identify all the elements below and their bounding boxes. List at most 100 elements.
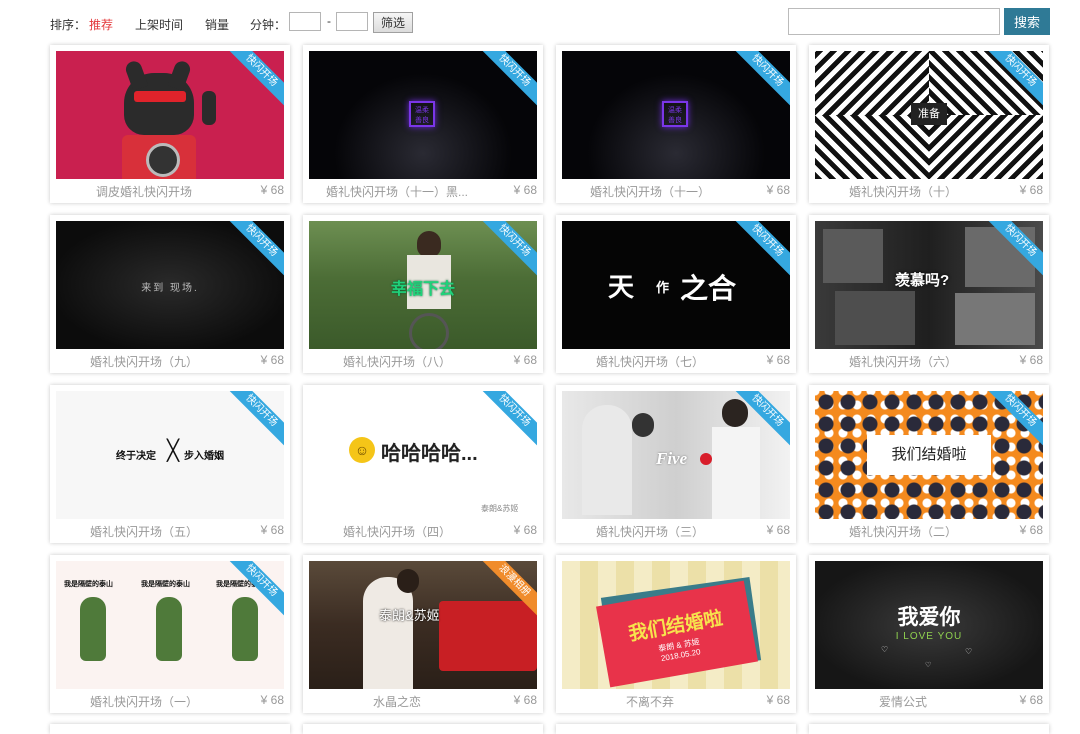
product-card[interactable]: 准备 快闪开场 婚礼快闪开场（十） ¥ 68 — [809, 45, 1049, 203]
card-thumbnail[interactable]: 温柔 善良 快闪开场 — [562, 51, 790, 179]
sort-option-newest[interactable]: 上架时间 — [135, 16, 183, 33]
card-title[interactable]: 婚礼快闪开场（十一）黑... — [303, 183, 491, 200]
card-title[interactable]: 婚礼快闪开场（一） — [50, 693, 238, 710]
ribbon-badge: 快闪开场 — [729, 51, 790, 109]
product-card[interactable]: 温柔 善良 快闪开场 婚礼快闪开场（十一） ¥ 68 — [556, 45, 796, 203]
card-price: ¥ 68 — [766, 183, 790, 197]
card-thumbnail[interactable]: 我们结婚啦 泰朗 & 苏姬 2018.05.20 — [562, 561, 790, 689]
photo-tile — [835, 291, 915, 345]
card-price: ¥ 68 — [1019, 693, 1043, 707]
card-thumbnail[interactable]: 我爱你 I LOVE YOU ♡ ♡ ♡ — [815, 561, 1043, 689]
sunglasses-shape — [134, 91, 186, 102]
card-thumbnail[interactable]: 准备 快闪开场 — [815, 51, 1043, 179]
thumb-text: 羡慕吗? — [895, 272, 950, 289]
duration-min-input[interactable] — [289, 12, 321, 31]
product-card[interactable]: 我是隔壁的泰山 我是隔壁的泰山 我是隔壁的泰山 快闪开场 婚礼快闪开场（一） ¥… — [50, 555, 290, 713]
card-thumbnail[interactable]: 终于决定 ╳ 步入婚姻 快闪开场 — [56, 391, 284, 519]
card-thumbnail[interactable]: 来到 现场. 快闪开场 — [56, 221, 284, 349]
sort-option-sales[interactable]: 销量 — [205, 16, 229, 33]
sort-option-recommended[interactable]: 推荐 — [89, 16, 113, 33]
card-thumbnail[interactable]: 温柔 善良 快闪开场 — [309, 51, 537, 179]
card-title[interactable]: 婚礼快闪开场（六） — [809, 353, 997, 370]
card-title[interactable]: 婚礼快闪开场（四） — [303, 523, 491, 540]
photo-tile — [823, 229, 883, 283]
dog-paw-shape — [202, 91, 216, 125]
heart-icon: ♡ — [965, 647, 973, 656]
person-shirt-shape — [712, 427, 760, 519]
product-card[interactable]: Five 快闪开场 婚礼快闪开场（三） ¥ 68 — [556, 385, 796, 543]
card-thumbnail[interactable]: 我们结婚啦 快闪开场 — [815, 391, 1043, 519]
card-price: ¥ 68 — [766, 353, 790, 367]
card-title[interactable]: 婚礼快闪开场（八） — [303, 353, 491, 370]
ribbon-badge: 快闪开场 — [476, 51, 537, 109]
duration-label: 分钟： — [250, 18, 287, 32]
person-head-shape — [632, 413, 654, 437]
neon-frame: 温柔 善良 — [409, 101, 435, 127]
card-price: ¥ 68 — [513, 523, 537, 537]
red-bus-shape — [439, 601, 537, 671]
ribbon-badge: 快闪开场 — [476, 221, 537, 279]
search-button[interactable]: 搜索 — [1004, 8, 1050, 35]
product-card[interactable]: 我爱你 I LOVE YOU ♡ ♡ ♡ 爱情公式 ¥ 68 — [809, 555, 1049, 713]
thumb-text: 我是隔壁的泰山 — [141, 581, 190, 588]
thumb-text: 温柔 — [668, 107, 682, 114]
product-card-partial — [303, 724, 543, 734]
product-card[interactable]: 幸福下去 快闪开场 婚礼快闪开场（八） ¥ 68 — [303, 215, 543, 373]
duration-max-input[interactable] — [336, 12, 368, 31]
card-title[interactable]: 不离不弃 — [556, 693, 744, 710]
heart-icon: ♡ — [881, 645, 889, 654]
product-card[interactable]: ☺ 哈哈哈哈... 泰朗&苏姬 快闪开场 婚礼快闪开场（四） ¥ 68 — [303, 385, 543, 543]
card-thumbnail[interactable]: 我是隔壁的泰山 我是隔壁的泰山 我是隔壁的泰山 快闪开场 — [56, 561, 284, 689]
product-card[interactable]: 我们结婚啦 泰朗 & 苏姬 2018.05.20 不离不弃 ¥ 68 — [556, 555, 796, 713]
card-title[interactable]: 婚礼快闪开场（二） — [809, 523, 997, 540]
card-price: ¥ 68 — [766, 693, 790, 707]
product-card[interactable]: 我们结婚啦 快闪开场 婚礼快闪开场（二） ¥ 68 — [809, 385, 1049, 543]
person-head-shape — [722, 399, 748, 427]
card-title[interactable]: 婚礼快闪开场（七） — [556, 353, 744, 370]
card-title[interactable]: 水晶之恋 — [303, 693, 491, 710]
card-title[interactable]: 婚礼快闪开场（五） — [50, 523, 238, 540]
ribbon-badge: 快闪开场 — [982, 51, 1043, 109]
thumb-subtext: 泰朗&苏姬 — [481, 504, 519, 513]
card-title[interactable]: 婚礼快闪开场（十） — [809, 183, 997, 200]
product-card[interactable]: 来到 现场. 快闪开场 婚礼快闪开场（九） ¥ 68 — [50, 215, 290, 373]
photo-tile — [955, 293, 1035, 345]
card-thumbnail[interactable]: 快闪开场 — [56, 51, 284, 179]
card-price: ¥ 68 — [513, 353, 537, 367]
filter-bar: 排序： 推荐 上架时间 销量 分钟： - 筛选 搜索 — [0, 0, 1080, 46]
card-thumbnail[interactable]: 幸福下去 快闪开场 — [309, 221, 537, 349]
thumb-text: 善良 — [415, 117, 429, 124]
thumb-text: 作 — [656, 280, 670, 295]
product-card-partial — [50, 724, 290, 734]
card-title[interactable]: 爱情公式 — [809, 693, 997, 710]
bicycle-wheel-shape — [409, 313, 449, 349]
card-title[interactable]: 婚礼快闪开场（十一） — [556, 183, 744, 200]
card-thumbnail[interactable]: 天 作 之合 快闪开场 — [562, 221, 790, 349]
ribbon-badge: 快闪开场 — [223, 391, 284, 449]
product-card[interactable]: 快闪开场 调皮婚礼快闪开场 ¥ 68 — [50, 45, 290, 203]
x-mark-icon: ╳ — [167, 440, 180, 462]
card-price: ¥ 68 — [513, 183, 537, 197]
product-card[interactable]: 天 作 之合 快闪开场 婚礼快闪开场（七） ¥ 68 — [556, 215, 796, 373]
thumb-text: Five — [656, 449, 688, 468]
card-title[interactable]: 婚礼快闪开场（三） — [556, 523, 744, 540]
card-thumbnail[interactable]: 羡慕吗? 快闪开场 — [815, 221, 1043, 349]
search-input[interactable] — [788, 8, 1000, 35]
duration-dash: - — [327, 14, 331, 28]
filter-button[interactable]: 筛选 — [373, 12, 413, 33]
card-price: ¥ 68 — [1019, 523, 1043, 537]
bride-shape — [363, 577, 413, 689]
neon-frame: 温柔 善良 — [662, 101, 688, 127]
thumb-text: 来到 现场. — [141, 283, 199, 294]
card-price: ¥ 68 — [260, 353, 284, 367]
card-title[interactable]: 婚礼快闪开场（九） — [50, 353, 238, 370]
product-card[interactable]: 羡慕吗? 快闪开场 婚礼快闪开场（六） ¥ 68 — [809, 215, 1049, 373]
card-thumbnail[interactable]: 泰朗&苏姬 浪漫相册 — [309, 561, 537, 689]
product-card[interactable]: 终于决定 ╳ 步入婚姻 快闪开场 婚礼快闪开场（五） ¥ 68 — [50, 385, 290, 543]
product-card[interactable]: 泰朗&苏姬 浪漫相册 水晶之恋 ¥ 68 — [303, 555, 543, 713]
card-thumbnail[interactable]: Five 快闪开场 — [562, 391, 790, 519]
card-title[interactable]: 调皮婚礼快闪开场 — [50, 183, 238, 200]
thumb-text: 温柔 — [415, 107, 429, 114]
card-thumbnail[interactable]: ☺ 哈哈哈哈... 泰朗&苏姬 快闪开场 — [309, 391, 537, 519]
product-card[interactable]: 温柔 善良 快闪开场 婚礼快闪开场（十一）黑... ¥ 68 — [303, 45, 543, 203]
